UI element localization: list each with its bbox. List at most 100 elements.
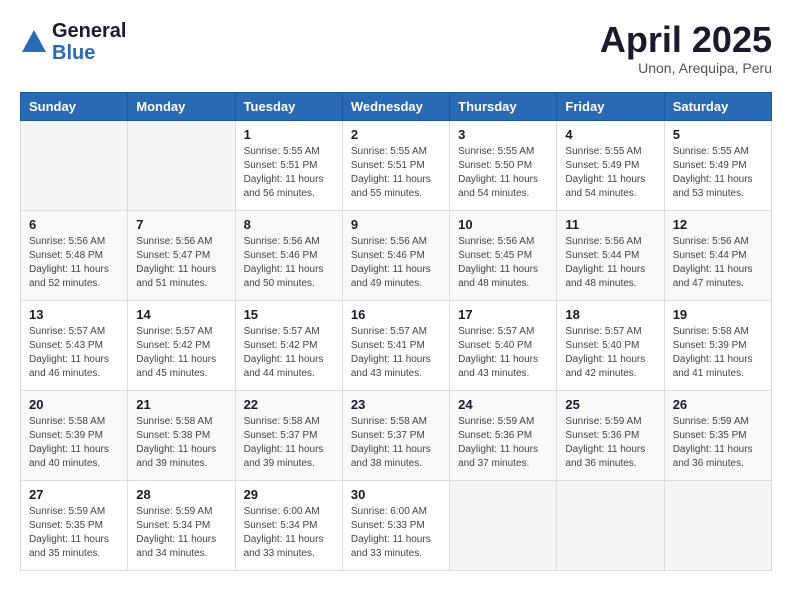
day-info: Sunrise: 5:55 AM Sunset: 5:49 PM Dayligh… [565, 145, 655, 201]
day-number: 28 [136, 487, 226, 502]
calendar-cell: 3 Sunrise: 5:55 AM Sunset: 5:50 PM Daylig… [450, 120, 557, 210]
logo-icon [20, 28, 48, 56]
day-info: Sunrise: 5:58 AM Sunset: 5:39 PM Dayligh… [673, 325, 763, 381]
day-info: Sunrise: 5:59 AM Sunset: 5:35 PM Dayligh… [673, 415, 763, 471]
calendar-cell: 17 Sunrise: 5:57 AM Sunset: 5:40 PM Dayli… [450, 300, 557, 390]
day-number: 27 [29, 487, 119, 502]
day-number: 5 [673, 127, 763, 142]
calendar-cell: 9Sunrise: 5:56 AM Sunset: 5:46 PM Daylig… [342, 210, 449, 300]
day-info: Sunrise: 5:58 AM Sunset: 5:39 PM Dayligh… [29, 415, 119, 471]
day-number: 20 [29, 397, 119, 412]
day-info: Sunrise: 5:59 AM Sunset: 5:36 PM Dayligh… [565, 415, 655, 471]
day-info: Sunrise: 5:57 AM Sunset: 5:40 PM Dayligh… [565, 325, 655, 381]
day-number: 25 [565, 397, 655, 412]
day-info: Sunrise: 5:55 AM Sunset: 5:50 PM Dayligh… [458, 145, 548, 201]
calendar-header: SundayMondayTuesdayWednesdayThursdayFrid… [21, 92, 772, 120]
day-number: 3 [458, 127, 548, 142]
calendar-week-5: 27 Sunrise: 5:59 AM Sunset: 5:35 PM Dayli… [21, 480, 772, 570]
day-info: Sunrise: 5:57 AM Sunset: 5:43 PM Dayligh… [29, 325, 119, 381]
calendar-cell: 26 Sunrise: 5:59 AM Sunset: 5:35 PM Dayli… [664, 390, 771, 480]
calendar-cell: 7Sunrise: 5:56 AM Sunset: 5:47 PM Daylig… [128, 210, 235, 300]
day-info: Sunrise: 5:55 AM Sunset: 5:49 PM Dayligh… [673, 145, 763, 201]
calendar-cell: 22Sunrise: 5:58 AM Sunset: 5:37 PM Dayli… [235, 390, 342, 480]
logo-text: General Blue [52, 20, 126, 64]
day-info: Sunrise: 5:56 AM Sunset: 5:44 PM Dayligh… [565, 235, 655, 291]
day-info: Sunrise: 5:59 AM Sunset: 5:34 PM Dayligh… [136, 505, 226, 561]
day-info: Sunrise: 5:56 AM Sunset: 5:46 PM Dayligh… [351, 235, 441, 291]
day-info: Sunrise: 5:56 AM Sunset: 5:46 PM Dayligh… [244, 235, 334, 291]
calendar-cell: 11Sunrise: 5:56 AM Sunset: 5:44 PM Dayli… [557, 210, 664, 300]
day-number: 26 [673, 397, 763, 412]
calendar-cell: 18 Sunrise: 5:57 AM Sunset: 5:40 PM Dayli… [557, 300, 664, 390]
calendar-cell: 24Sunrise: 5:59 AM Sunset: 5:36 PM Dayli… [450, 390, 557, 480]
calendar-cell: 29Sunrise: 6:00 AM Sunset: 5:34 PM Dayli… [235, 480, 342, 570]
day-number: 17 [458, 307, 548, 322]
weekday-header-thursday: Thursday [450, 92, 557, 120]
day-number: 1 [244, 127, 334, 142]
calendar-body: 1 Sunrise: 5:55 AM Sunset: 5:51 PM Daylig… [21, 120, 772, 570]
calendar-cell: 5 Sunrise: 5:55 AM Sunset: 5:49 PM Daylig… [664, 120, 771, 210]
day-number: 4 [565, 127, 655, 142]
weekday-header-saturday: Saturday [664, 92, 771, 120]
month-title: April 2025 [600, 20, 772, 60]
weekday-header-tuesday: Tuesday [235, 92, 342, 120]
day-info: Sunrise: 5:59 AM Sunset: 5:35 PM Dayligh… [29, 505, 119, 561]
calendar-week-4: 20 Sunrise: 5:58 AM Sunset: 5:39 PM Dayli… [21, 390, 772, 480]
day-info: Sunrise: 5:56 AM Sunset: 5:48 PM Dayligh… [29, 235, 119, 291]
calendar-cell: 30 Sunrise: 6:00 AM Sunset: 5:33 PM Dayli… [342, 480, 449, 570]
day-number: 12 [673, 217, 763, 232]
calendar-cell: 6 Sunrise: 5:56 AM Sunset: 5:48 PM Daylig… [21, 210, 128, 300]
day-number: 19 [673, 307, 763, 322]
day-info: Sunrise: 5:57 AM Sunset: 5:42 PM Dayligh… [244, 325, 334, 381]
calendar-cell: 20 Sunrise: 5:58 AM Sunset: 5:39 PM Dayli… [21, 390, 128, 480]
day-number: 10 [458, 217, 548, 232]
calendar-cell: 10 Sunrise: 5:56 AM Sunset: 5:45 PM Dayli… [450, 210, 557, 300]
weekday-header-wednesday: Wednesday [342, 92, 449, 120]
logo-general: General [52, 20, 126, 42]
calendar-cell [21, 120, 128, 210]
day-info: Sunrise: 5:56 AM Sunset: 5:44 PM Dayligh… [673, 235, 763, 291]
day-number: 7 [136, 217, 226, 232]
logo-blue: Blue [52, 42, 126, 64]
calendar-cell: 19 Sunrise: 5:58 AM Sunset: 5:39 PM Dayli… [664, 300, 771, 390]
calendar-week-3: 13 Sunrise: 5:57 AM Sunset: 5:43 PM Dayli… [21, 300, 772, 390]
calendar-cell [450, 480, 557, 570]
calendar-cell: 12 Sunrise: 5:56 AM Sunset: 5:44 PM Dayli… [664, 210, 771, 300]
calendar-cell: 25 Sunrise: 5:59 AM Sunset: 5:36 PM Dayli… [557, 390, 664, 480]
day-number: 22 [244, 397, 334, 412]
day-number: 6 [29, 217, 119, 232]
calendar-cell [128, 120, 235, 210]
calendar-cell: 16Sunrise: 5:57 AM Sunset: 5:41 PM Dayli… [342, 300, 449, 390]
day-number: 23 [351, 397, 441, 412]
weekday-row: SundayMondayTuesdayWednesdayThursdayFrid… [21, 92, 772, 120]
day-info: Sunrise: 5:58 AM Sunset: 5:37 PM Dayligh… [351, 415, 441, 471]
calendar-cell: 14Sunrise: 5:57 AM Sunset: 5:42 PM Dayli… [128, 300, 235, 390]
day-number: 30 [351, 487, 441, 502]
weekday-header-monday: Monday [128, 92, 235, 120]
weekday-header-friday: Friday [557, 92, 664, 120]
calendar-cell: 8 Sunrise: 5:56 AM Sunset: 5:46 PM Daylig… [235, 210, 342, 300]
title-section: April 2025 Unon, Arequipa, Peru [600, 20, 772, 76]
calendar-cell [557, 480, 664, 570]
calendar-cell: 15Sunrise: 5:57 AM Sunset: 5:42 PM Dayli… [235, 300, 342, 390]
calendar-cell: 28 Sunrise: 5:59 AM Sunset: 5:34 PM Dayli… [128, 480, 235, 570]
calendar-week-2: 6 Sunrise: 5:56 AM Sunset: 5:48 PM Daylig… [21, 210, 772, 300]
day-number: 16 [351, 307, 441, 322]
weekday-header-sunday: Sunday [21, 92, 128, 120]
day-info: Sunrise: 5:55 AM Sunset: 5:51 PM Dayligh… [351, 145, 441, 201]
day-number: 18 [565, 307, 655, 322]
calendar-week-1: 1 Sunrise: 5:55 AM Sunset: 5:51 PM Daylig… [21, 120, 772, 210]
day-info: Sunrise: 5:56 AM Sunset: 5:45 PM Dayligh… [458, 235, 548, 291]
calendar-cell: 13 Sunrise: 5:57 AM Sunset: 5:43 PM Dayli… [21, 300, 128, 390]
day-info: Sunrise: 5:58 AM Sunset: 5:38 PM Dayligh… [136, 415, 226, 471]
calendar-cell [664, 480, 771, 570]
day-number: 13 [29, 307, 119, 322]
day-number: 2 [351, 127, 441, 142]
day-info: Sunrise: 5:57 AM Sunset: 5:40 PM Dayligh… [458, 325, 548, 381]
day-number: 8 [244, 217, 334, 232]
calendar-cell: 21Sunrise: 5:58 AM Sunset: 5:38 PM Dayli… [128, 390, 235, 480]
calendar-cell: 2 Sunrise: 5:55 AM Sunset: 5:51 PM Daylig… [342, 120, 449, 210]
day-info: Sunrise: 5:57 AM Sunset: 5:42 PM Dayligh… [136, 325, 226, 381]
location-subtitle: Unon, Arequipa, Peru [600, 60, 772, 76]
day-info: Sunrise: 6:00 AM Sunset: 5:33 PM Dayligh… [351, 505, 441, 561]
